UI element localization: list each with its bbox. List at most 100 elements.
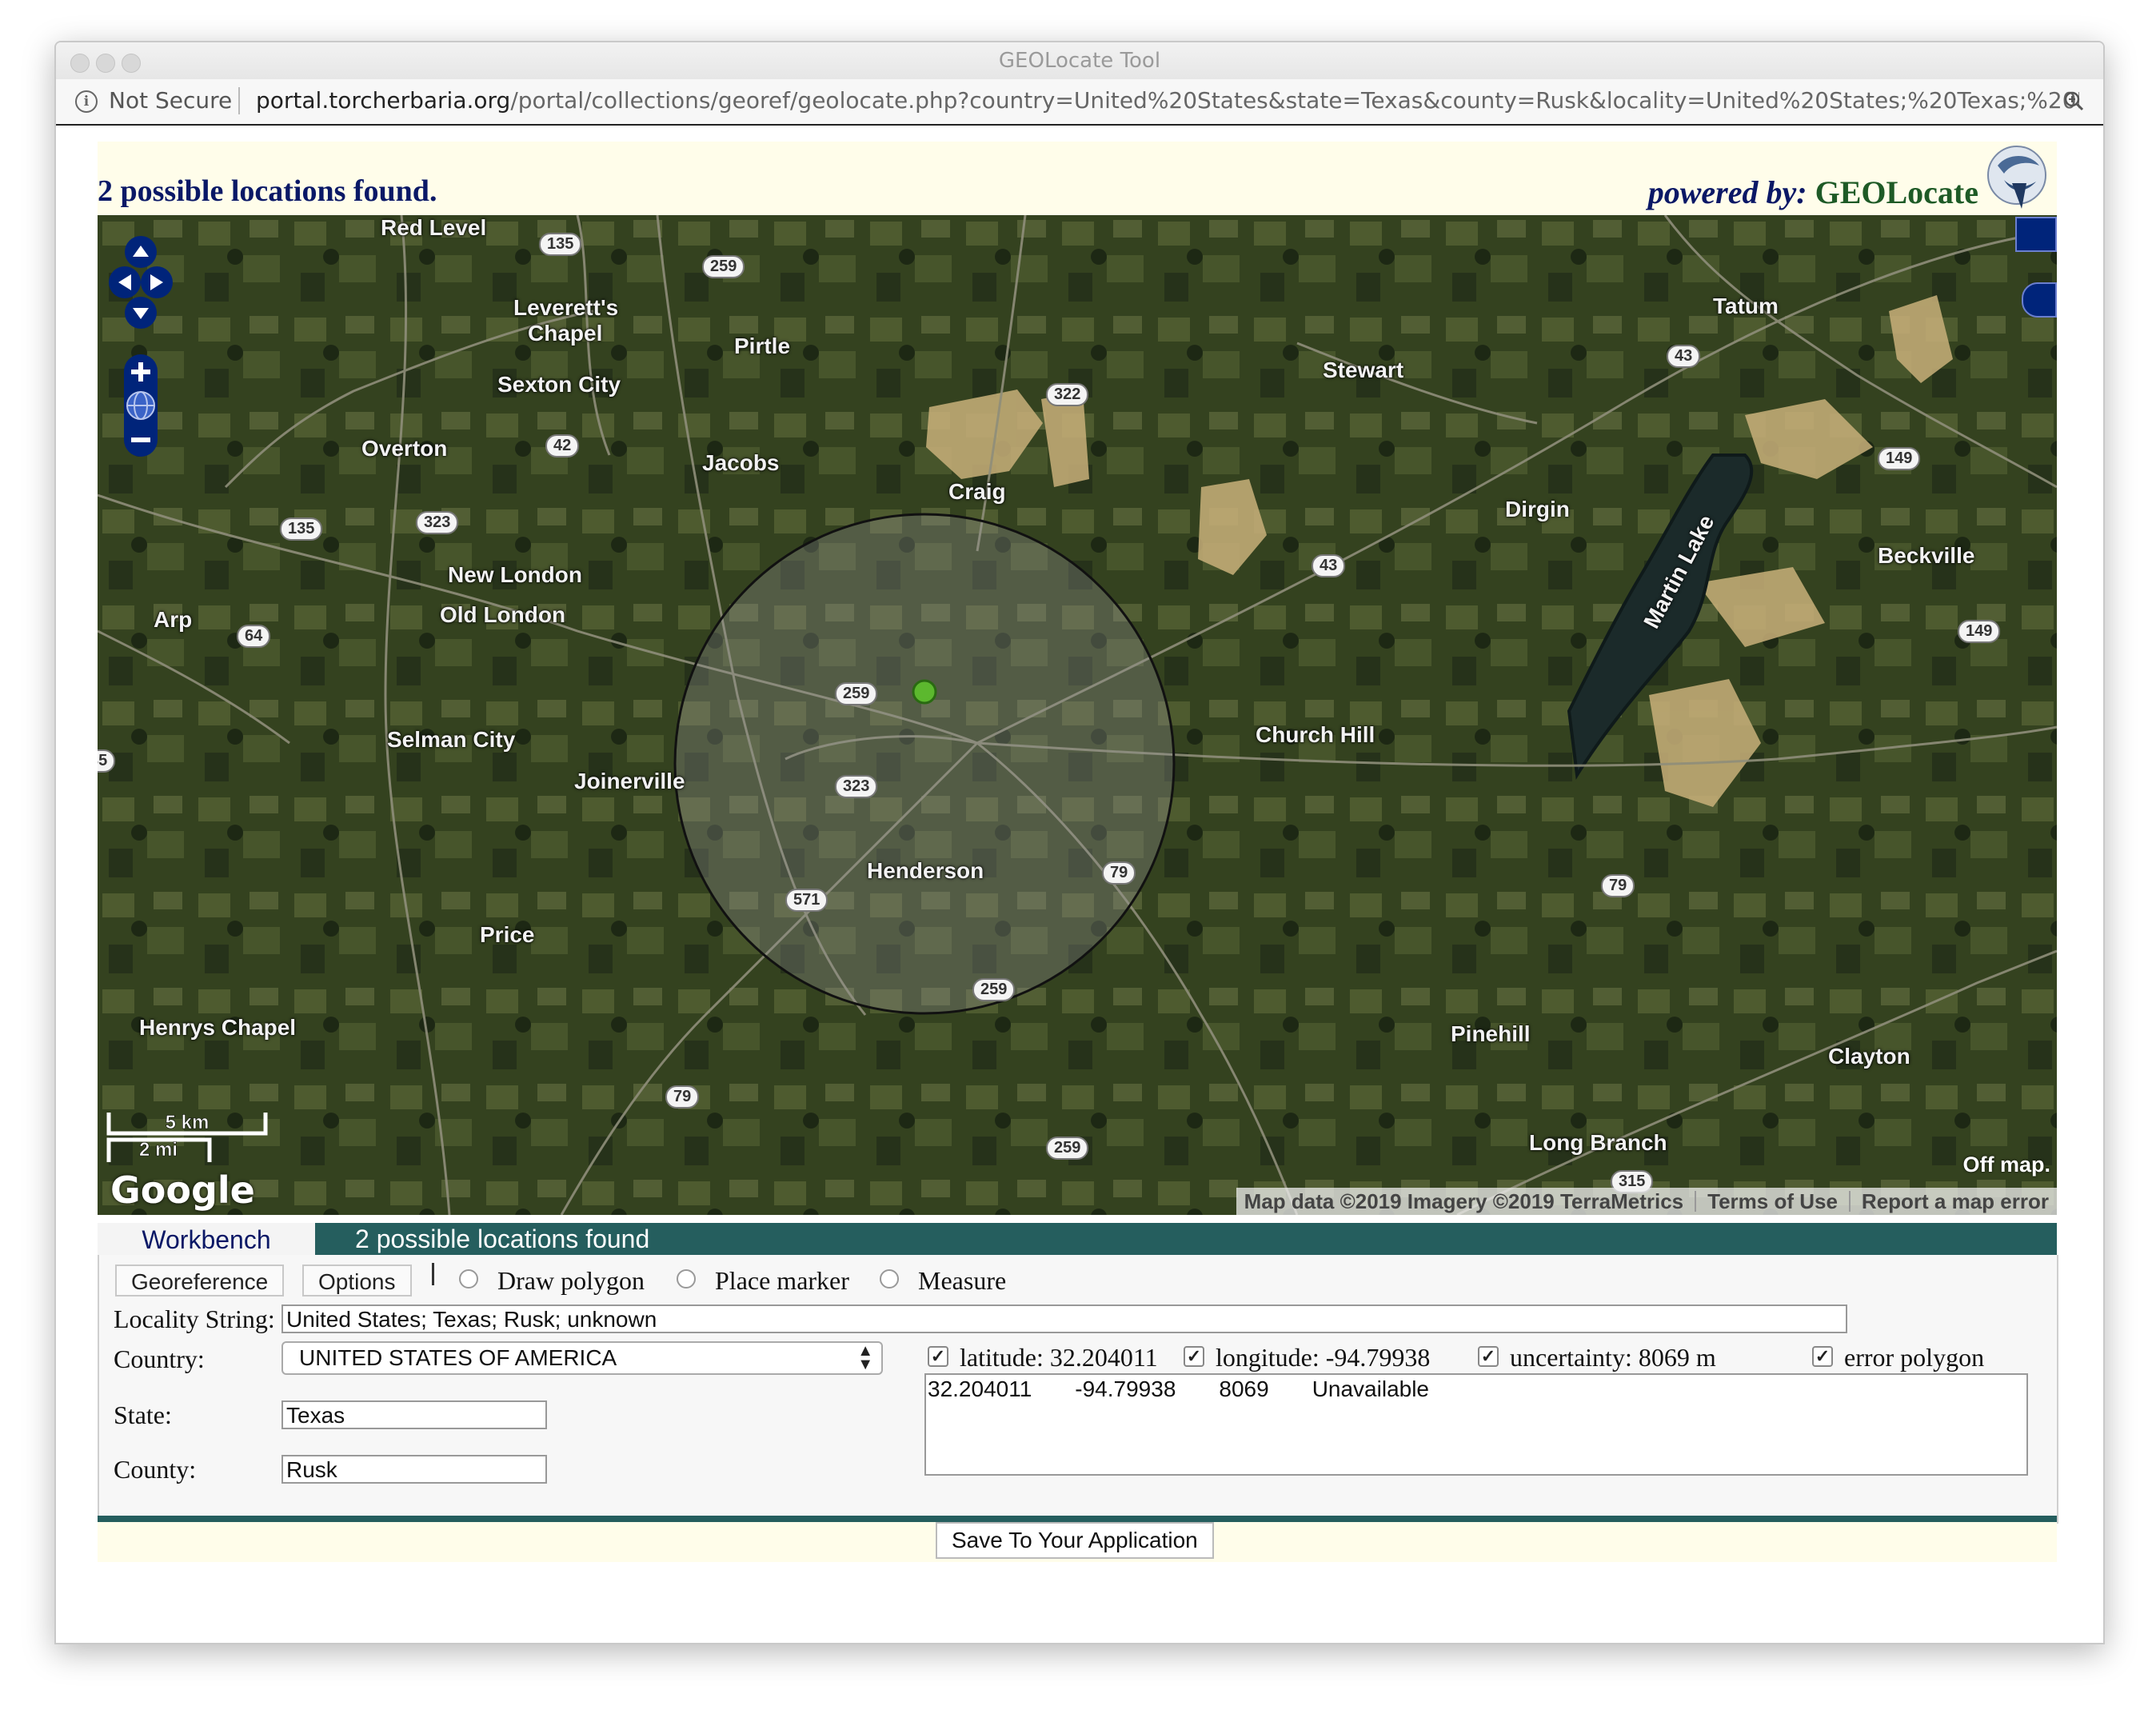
country-select[interactable]: UNITED STATES OF AMERICA ▲ ▼	[281, 1341, 883, 1375]
pan-control[interactable]	[106, 236, 178, 340]
attribution-text: Map data ©2019 Imagery ©2019 TerraMetric…	[1244, 1189, 1684, 1213]
address-bar[interactable]: i Not Secure portal.torcherbaria.org/por…	[56, 79, 2103, 126]
measure-radio[interactable]	[880, 1269, 899, 1288]
place-label: Long Branch	[1529, 1130, 1667, 1155]
zoom-control[interactable]	[122, 354, 162, 458]
highway-shield: 259	[972, 978, 1016, 1001]
google-logo: Google	[110, 1169, 255, 1212]
window-title: GEOLocate Tool	[998, 49, 1161, 73]
place-label: Jacobs	[702, 450, 780, 475]
attribution-divider	[1695, 1191, 1697, 1212]
place-label: Chapel	[528, 321, 603, 346]
place-label: Selman City	[387, 727, 516, 752]
toolbar-divider	[432, 1263, 434, 1285]
highway-shield: 149	[1878, 447, 1921, 470]
place-marker-label: Place marker	[715, 1266, 849, 1295]
terms-link[interactable]: Terms of Use	[1707, 1189, 1838, 1214]
highway-shield: 135	[539, 233, 582, 256]
page-header: 2 possible locations found. powered by: …	[98, 142, 2057, 215]
measure-label: Measure	[918, 1266, 1007, 1295]
save-to-application-button[interactable]: Save To Your Application	[936, 1522, 1214, 1559]
url-host: portal.torcherbaria.org	[256, 87, 511, 114]
browser-window: GEOLocate Tool i Not Secure portal.torch…	[54, 41, 2105, 1644]
scale-mi-label: 2 mi	[139, 1139, 178, 1161]
error-polygon-checkbox[interactable]: ✓	[1812, 1346, 1833, 1367]
place-marker-radio[interactable]	[677, 1269, 696, 1288]
county-label: County:	[114, 1455, 197, 1484]
place-label: Beckville	[1878, 543, 1975, 568]
status-message: 2 possible locations found	[355, 1225, 650, 1253]
uncertainty-checkbox[interactable]: ✓	[1478, 1346, 1499, 1367]
place-label: Red Level	[381, 215, 487, 240]
page-zoom-icon[interactable]	[2063, 90, 2084, 111]
report-error-link[interactable]: Report a map error	[1862, 1189, 2049, 1214]
page-content: 2 possible locations found. powered by: …	[98, 142, 2058, 1562]
tab-workbench[interactable]: Workbench	[98, 1223, 315, 1255]
result-polygon: Unavailable	[1312, 1376, 1430, 1401]
highway-shield: 79	[665, 1085, 700, 1109]
map-attribution: Map data ©2019 Imagery ©2019 TerraMetric…	[1236, 1188, 2057, 1215]
longitude-label: longitude: -94.79938	[1216, 1343, 1431, 1372]
country-label: Country:	[114, 1344, 205, 1373]
highway-shield: 43	[1312, 554, 1346, 577]
result-uncertainty: 8069	[1219, 1376, 1269, 1401]
title-bar: GEOLocate Tool	[56, 42, 2103, 80]
powered-by-label: powered by:	[1647, 174, 1807, 210]
uncertainty-label: uncertainty: 8069 m	[1510, 1343, 1716, 1372]
place-label: Church Hill	[1256, 722, 1375, 747]
highway-shield: 42	[545, 434, 580, 457]
place-label: Pinehill	[1451, 1021, 1531, 1046]
tab-bar: Workbench 2 possible locations found	[98, 1223, 2057, 1255]
url-path: /portal/collections/georef/geolocate.php…	[510, 87, 2079, 114]
highway-shield: 259	[702, 255, 745, 278]
draw-polygon-radio[interactable]	[459, 1269, 478, 1288]
maximize-map-icon[interactable]	[2015, 217, 2057, 252]
highway-shield: 43	[1667, 345, 1701, 368]
location-marker	[912, 679, 937, 705]
url-text[interactable]: portal.torcherbaria.org/portal/collectio…	[256, 87, 2079, 114]
options-button[interactable]: Options	[302, 1265, 412, 1296]
powered-by: powered by: GEOLocate	[1648, 174, 1978, 211]
highway-shield: 322	[1046, 383, 1089, 406]
results-textarea[interactable]: 32.204011 -94.79938 8069 Unavailable	[924, 1373, 2028, 1476]
highway-shield: 323	[835, 775, 878, 798]
map-scale-bar: 5 km 2 mi	[106, 1112, 268, 1162]
place-label: Dirgin	[1505, 497, 1570, 521]
place-label: Pirtle	[734, 334, 791, 358]
longitude-checkbox[interactable]: ✓	[1184, 1346, 1204, 1367]
expand-panel-plus-icon[interactable]	[2022, 282, 2057, 318]
info-icon[interactable]: i	[75, 90, 98, 113]
state-input[interactable]: Texas	[281, 1400, 547, 1429]
place-label: Craig	[948, 479, 1006, 504]
off-map-label: Off map.	[1962, 1153, 2050, 1177]
place-label: Clayton	[1828, 1044, 1910, 1069]
panel-footer-bar	[98, 1516, 2057, 1522]
place-label: Joinerville	[574, 769, 685, 793]
state-label: State:	[114, 1400, 172, 1429]
url-divider	[238, 87, 240, 114]
highway-shield: 259	[835, 682, 878, 705]
latitude-label: latitude: 32.204011	[960, 1343, 1158, 1372]
brand-name: GEOLocate	[1815, 174, 1978, 210]
result-longitude: -94.79938	[1075, 1376, 1176, 1401]
place-label: Price	[480, 922, 535, 947]
satellite-imagery[interactable]	[98, 215, 2057, 1215]
results-heading: 2 possible locations found.	[98, 174, 437, 208]
place-label: Henderson	[867, 858, 984, 883]
place-label: Tatum	[1713, 294, 1779, 318]
place-label: Stewart	[1323, 358, 1404, 382]
security-label[interactable]: Not Secure	[109, 87, 232, 114]
county-input[interactable]: Rusk	[281, 1455, 547, 1484]
map-view[interactable]: Red Level Leverett's Chapel Pirtle Sexto…	[98, 215, 2057, 1215]
place-label: Leverett's	[513, 295, 619, 320]
attribution-divider	[1848, 1191, 1851, 1212]
locality-input[interactable]: United States; Texas; Rusk; unknown	[281, 1304, 1847, 1333]
georeference-button[interactable]: Georeference	[115, 1265, 285, 1296]
error-polygon-label: error polygon	[1844, 1343, 1985, 1372]
highway-shield: 259	[1046, 1137, 1089, 1160]
highway-shield: 149	[1958, 620, 2001, 643]
country-value: UNITED STATES OF AMERICA	[299, 1345, 617, 1370]
highway-shield: 571	[785, 889, 828, 912]
latitude-checkbox[interactable]: ✓	[928, 1346, 948, 1367]
locality-label: Locality String:	[114, 1304, 275, 1333]
